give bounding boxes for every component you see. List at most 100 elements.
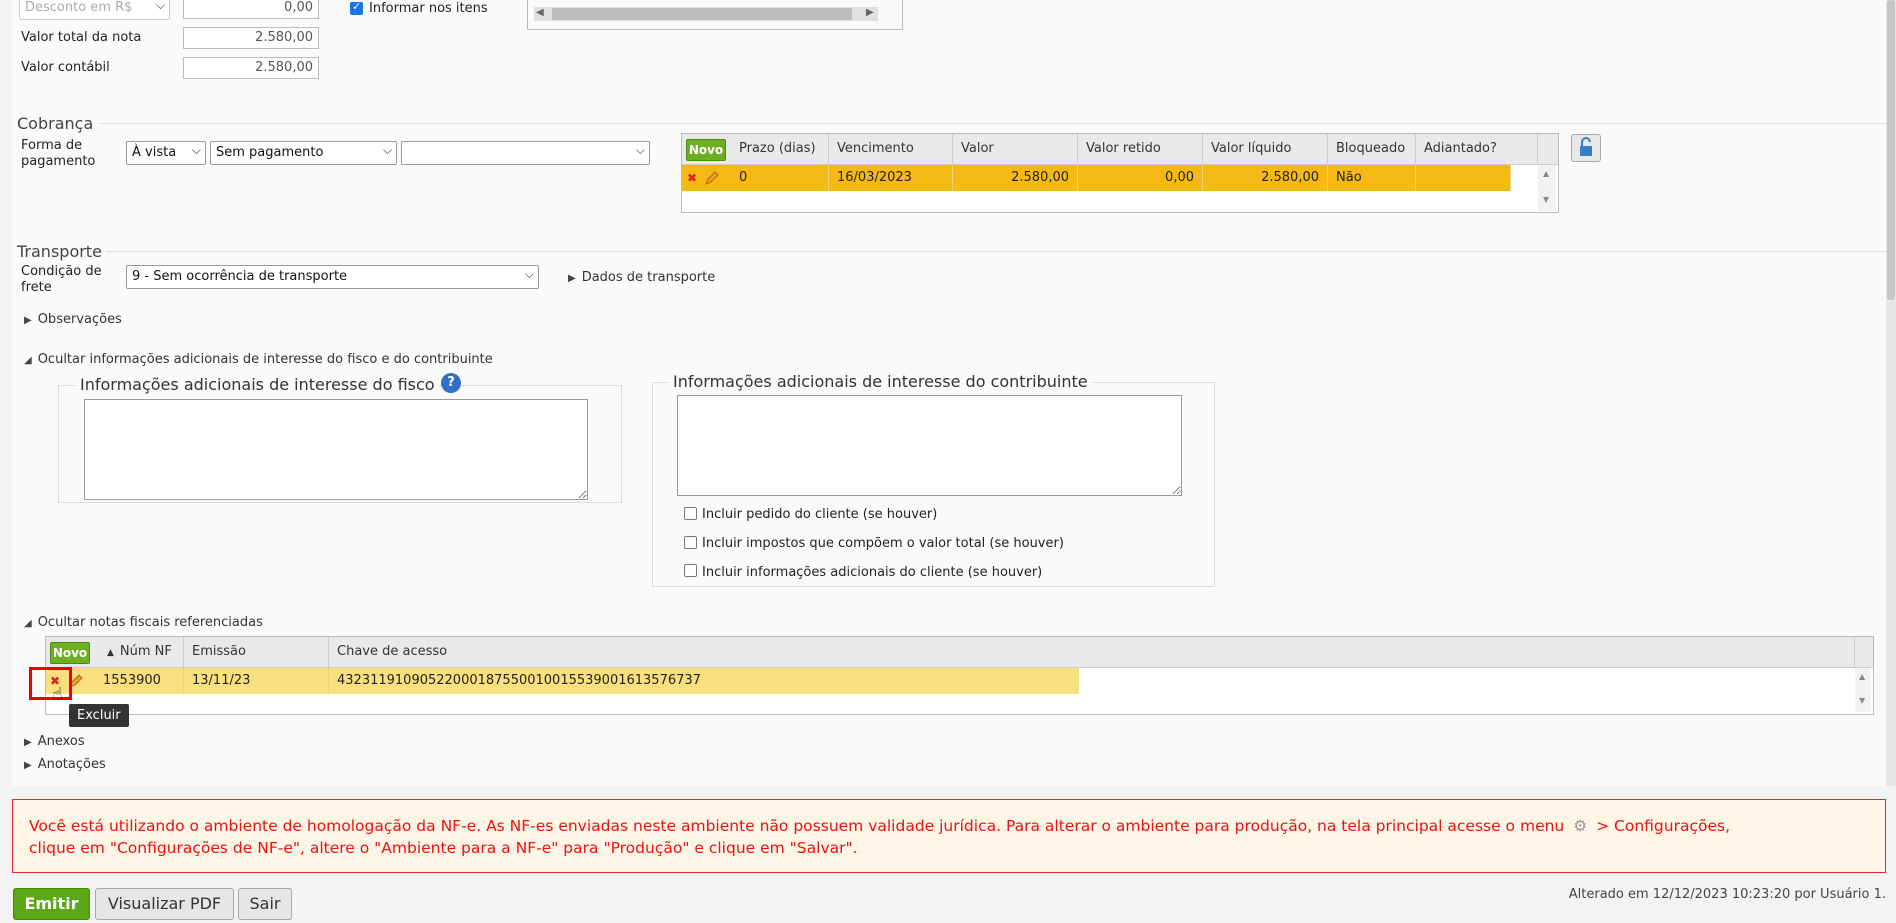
cell-valor: 2.580,00: [953, 165, 1078, 191]
col-valor[interactable]: Valor: [953, 134, 1078, 164]
scroll-down-icon[interactable]: ▼: [1859, 696, 1865, 705]
cell-vencimento: 16/03/2023: [829, 165, 953, 191]
chk-impostos-label: Incluir impostos que compõem o valor tot…: [702, 536, 1064, 551]
caret-right-icon: ▶: [568, 273, 576, 284]
col-chave-acesso[interactable]: Chave de acesso: [329, 637, 1855, 667]
caret-right-icon: ▶: [24, 315, 32, 326]
discount-value-input[interactable]: 0,00: [183, 0, 319, 19]
chevron-down-icon: ⌵: [155, 0, 165, 12]
cell-adiantado: [1416, 165, 1511, 191]
col-adiantado[interactable]: Adiantado?: [1416, 134, 1538, 164]
cobranca-title: Cobrança: [17, 114, 94, 133]
cell-chave-acesso: 4323119109052200018755001001553900161357…: [337, 673, 701, 688]
checkmark-icon: ✓: [352, 0, 362, 13]
col-valor-retido[interactable]: Valor retido: [1078, 134, 1203, 164]
caret-right-icon: ▶: [24, 760, 32, 771]
condicao-frete-value: 9 - Sem ocorrência de transporte: [132, 269, 348, 284]
col-bloqueado[interactable]: Bloqueado: [1328, 134, 1416, 164]
col-prazo[interactable]: Prazo (dias): [731, 134, 829, 164]
inform-items-label: Informar nos itens: [369, 1, 488, 16]
caret-down-icon: ◢: [24, 618, 32, 629]
info-adicionais-toggle[interactable]: ◢ Ocultar informações adicionais de inter…: [24, 352, 493, 367]
payment-type-select[interactable]: À vista ⌵: [126, 141, 206, 165]
scroll-down-icon[interactable]: ▼: [1543, 195, 1549, 204]
valor-contabil-label: Valor contábil: [21, 60, 110, 75]
anexos-toggle[interactable]: ▶ Anexos: [24, 734, 85, 749]
cell-num-nf: 1553900: [95, 668, 184, 694]
warning-text-1: Você está utilizando o ambiente de homol…: [29, 817, 1565, 835]
chk-info-cliente[interactable]: [684, 564, 697, 577]
discount-type-select[interactable]: Desconto em R$ ⌵: [19, 0, 170, 20]
chk-pedido-cliente[interactable]: [684, 507, 697, 520]
dados-transporte-label: Dados de transporte: [581, 270, 716, 285]
chk-impostos[interactable]: [684, 536, 697, 549]
payment-type-value: À vista: [132, 145, 177, 160]
chevron-down-icon: ⌵: [382, 143, 392, 157]
col-num-nf[interactable]: ▲ Núm NF: [95, 637, 184, 667]
discount-type-value: Desconto em R$: [25, 0, 133, 15]
dados-transporte-toggle[interactable]: ▶ Dados de transporte: [568, 270, 715, 285]
delete-icon[interactable]: ✖: [687, 171, 697, 185]
sair-button[interactable]: Sair: [238, 888, 292, 920]
anotacoes-toggle[interactable]: ▶ Anotações: [24, 757, 106, 772]
notas-ref-novo-button[interactable]: Novo: [50, 642, 90, 664]
chevron-down-icon: ⌵: [635, 143, 645, 157]
visualizar-pdf-button[interactable]: Visualizar PDF: [95, 888, 234, 920]
payment-method-select[interactable]: Sem pagamento ⌵: [210, 141, 397, 165]
condicao-frete-label: Condição de frete: [21, 264, 102, 295]
scroll-up-icon[interactable]: ▲: [1543, 169, 1549, 178]
horizontal-scrollbar[interactable]: [534, 7, 878, 21]
edit-pencil-icon[interactable]: [704, 170, 719, 185]
emitir-button[interactable]: Emitir: [13, 888, 90, 920]
cobranca-novo-button[interactable]: Novo: [686, 139, 726, 161]
payment-method-value: Sem pagamento: [216, 145, 324, 160]
footer-timestamp: Alterado em 12/12/2023 10:23:20 por Usuá…: [1568, 887, 1886, 902]
help-icon[interactable]: ?: [441, 373, 461, 393]
col-vencimento[interactable]: Vencimento: [829, 134, 953, 164]
items-grid-remnant: ◀ ▶: [527, 0, 903, 30]
transporte-title: Transporte: [17, 242, 102, 261]
chevron-down-icon: ⌵: [191, 143, 201, 157]
chk-pedido-cliente-label: Incluir pedido do cliente (se houver): [702, 507, 938, 522]
payment-extra-select[interactable]: ⌵: [401, 141, 650, 165]
cell-valor-liquido: 2.580,00: [1203, 165, 1328, 191]
cell-valor-retido: 0,00: [1078, 165, 1203, 191]
inform-items-checkbox[interactable]: ✓: [350, 0, 363, 15]
highlight-box: [29, 667, 72, 700]
col-valor-liquido[interactable]: Valor líquido: [1203, 134, 1328, 164]
condicao-frete-select[interactable]: 9 - Sem ocorrência de transporte ⌵: [126, 265, 539, 289]
total-nota-label: Valor total da nota: [21, 30, 142, 45]
scroll-left-icon[interactable]: ◀: [536, 7, 544, 18]
fisco-textarea[interactable]: [84, 399, 588, 500]
sort-asc-icon: ▲: [107, 648, 114, 658]
anotacoes-label: Anotações: [37, 757, 106, 772]
col-emissao[interactable]: Emissão: [184, 637, 329, 667]
warning-text-2: clique em "Configurações de NF-e", alter…: [29, 839, 858, 857]
warning-text-1b: > Configurações,: [1596, 817, 1731, 835]
observacoes-toggle[interactable]: ▶ Observações: [24, 312, 122, 327]
notas-ref-toggle-label: Ocultar notas fiscais referenciadas: [37, 615, 263, 630]
unlock-button[interactable]: [1571, 134, 1601, 162]
chevron-down-icon: ⌵: [524, 267, 534, 281]
tooltip-excluir: Excluir: [69, 704, 129, 727]
cobranca-divider: [100, 123, 1886, 124]
homologacao-warning: Você está utilizando o ambiente de homol…: [12, 799, 1886, 873]
page-scrollbar[interactable]: [1886, 0, 1896, 786]
notas-ref-grid: Novo ▲ Núm NF Emissão Chave de acesso ✖ 1…: [45, 636, 1874, 715]
grid-vertical-scrollbar[interactable]: ▲ ▼: [1855, 668, 1871, 712]
contribuinte-legend-text: Informações adicionais de interesse do c…: [673, 372, 1088, 391]
cell-bloqueado: Não: [1328, 165, 1416, 191]
notas-ref-toggle[interactable]: ◢ Ocultar notas fiscais referenciadas: [24, 615, 263, 630]
grid-vertical-scrollbar[interactable]: ▲ ▼: [1538, 165, 1556, 211]
total-nota-input[interactable]: 2.580,00: [183, 27, 319, 49]
cell-emissao: 13/11/23: [184, 668, 329, 694]
col-num-nf-label: Núm NF: [119, 644, 172, 659]
contribuinte-textarea[interactable]: [677, 395, 1182, 496]
horizontal-scrollbar-thumb[interactable]: [552, 8, 852, 20]
page-scrollbar-thumb[interactable]: [1887, 0, 1895, 300]
caret-down-icon: ◢: [24, 355, 32, 366]
valor-contabil-input[interactable]: 2.580,00: [183, 57, 319, 79]
info-adicionais-toggle-label: Ocultar informações adicionais de intere…: [37, 352, 493, 367]
scroll-right-icon[interactable]: ▶: [866, 7, 874, 18]
scroll-up-icon[interactable]: ▲: [1859, 672, 1865, 681]
